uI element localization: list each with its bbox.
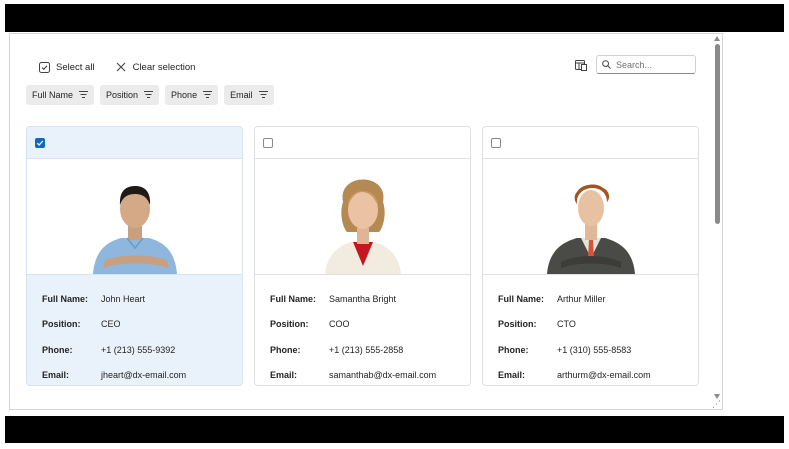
field-row-full-name: Full Name: John Heart xyxy=(27,286,242,312)
field-row-email: Email: arthurm@dx-email.com xyxy=(483,363,698,386)
column-chip-email[interactable]: Email xyxy=(224,85,274,105)
select-all-button[interactable]: Select all xyxy=(34,59,99,75)
close-icon xyxy=(115,61,127,73)
clear-selection-button[interactable]: Clear selection xyxy=(111,59,200,75)
card-header xyxy=(255,127,470,159)
scroll-up-arrow-icon[interactable] xyxy=(714,36,720,41)
column-chip-phone[interactable]: Phone xyxy=(165,85,219,105)
field-row-position: Position: CEO xyxy=(27,312,242,338)
toolbar: Select all Clear selection xyxy=(34,56,199,78)
filter-icon[interactable] xyxy=(203,90,213,100)
field-label: Position: xyxy=(42,319,81,330)
column-chip-label: Email xyxy=(230,90,253,100)
field-label: Position: xyxy=(270,319,309,330)
field-label: Full Name: xyxy=(498,293,545,304)
field-value-position: CEO xyxy=(101,319,121,330)
filter-icon[interactable] xyxy=(144,90,154,100)
field-row-full-name: Full Name: Arthur Miller xyxy=(483,286,698,312)
field-value-phone: +1 (213) 555-2858 xyxy=(329,344,404,355)
field-label: Email: xyxy=(498,370,526,381)
resize-grip-icon[interactable]: ⋰ xyxy=(712,399,721,409)
column-chip-label: Full Name xyxy=(32,90,74,100)
field-label: Phone: xyxy=(42,344,73,355)
field-row-phone: Phone: +1 (213) 555-9392 xyxy=(27,337,242,363)
field-value-phone: +1 (213) 555-9392 xyxy=(101,344,176,355)
field-label: Full Name: xyxy=(270,293,317,304)
card-header xyxy=(483,127,698,159)
toolbar-right xyxy=(574,55,696,74)
card-checkbox[interactable] xyxy=(491,137,501,148)
card-list: Full Name: John Heart Position: CEO Phone:… xyxy=(26,126,699,386)
clear-selection-label: Clear selection xyxy=(132,61,196,73)
field-label: Email: xyxy=(270,370,298,381)
field-value-email: arthurm@dx-email.com xyxy=(557,370,651,381)
letterbox-top xyxy=(5,4,784,32)
scrollbar-thumb[interactable] xyxy=(715,44,720,224)
field-label: Phone: xyxy=(498,344,529,355)
field-value-full-name: Samantha Bright xyxy=(329,293,397,304)
employee-photo xyxy=(255,159,470,275)
field-row-position: Position: CTO xyxy=(483,312,698,338)
employee-card[interactable]: Full Name: Arthur Miller Position: CTO Pho… xyxy=(482,126,699,386)
column-chip-full-name[interactable]: Full Name xyxy=(26,85,95,105)
employee-photo xyxy=(483,159,698,275)
card-fields: Full Name: John Heart Position: CEO Phone:… xyxy=(27,275,242,386)
field-value-position: CTO xyxy=(557,319,576,330)
card-header xyxy=(27,127,242,159)
field-value-full-name: John Heart xyxy=(101,293,146,304)
field-value-email: jheart@dx-email.com xyxy=(101,370,187,381)
filter-icon[interactable] xyxy=(79,90,89,100)
field-row-position: Position: COO xyxy=(255,312,470,338)
field-row-email: Email: samanthab@dx-email.com xyxy=(255,363,470,386)
search-box[interactable] xyxy=(596,55,696,74)
field-label: Phone: xyxy=(270,344,301,355)
column-chooser-icon[interactable] xyxy=(574,58,588,72)
column-chip-label: Position xyxy=(106,90,139,100)
field-row-phone: Phone: +1 (213) 555-2858 xyxy=(255,337,470,363)
field-value-position: COO xyxy=(329,319,350,330)
checkmark-icon xyxy=(36,140,44,146)
search-input[interactable] xyxy=(616,59,686,70)
field-row-email: Email: jheart@dx-email.com xyxy=(27,363,242,386)
select-all-icon xyxy=(38,61,50,73)
field-row-phone: Phone: +1 (310) 555-8583 xyxy=(483,337,698,363)
field-label: Email: xyxy=(42,370,70,381)
employee-card[interactable]: Full Name: Samantha Bright Position: COO P… xyxy=(254,126,471,386)
column-chip-label: Phone xyxy=(171,90,198,100)
sort-header-panel: Full Name Position Phone Email xyxy=(26,85,274,105)
field-row-full-name: Full Name: Samantha Bright xyxy=(255,286,470,312)
field-value-email: samanthab@dx-email.com xyxy=(329,370,437,381)
card-fields: Full Name: Samantha Bright Position: COO P… xyxy=(255,275,470,386)
employee-card[interactable]: Full Name: John Heart Position: CEO Phone:… xyxy=(26,126,243,386)
search-icon xyxy=(602,56,611,74)
select-all-label: Select all xyxy=(56,61,95,73)
employee-photo xyxy=(27,159,242,275)
filter-icon[interactable] xyxy=(258,90,268,100)
card-view-container: Select all Clear selection Full Name Pos… xyxy=(9,33,723,410)
card-fields: Full Name: Arthur Miller Position: CTO Pho… xyxy=(483,275,698,386)
field-value-full-name: Arthur Miller xyxy=(557,293,606,304)
card-checkbox[interactable] xyxy=(263,137,273,148)
field-label: Position: xyxy=(498,319,537,330)
vertical-scrollbar[interactable] xyxy=(710,34,722,409)
card-checkbox[interactable] xyxy=(35,137,45,148)
column-chip-position[interactable]: Position xyxy=(100,85,160,105)
field-label: Full Name: xyxy=(42,293,89,304)
field-value-phone: +1 (310) 555-8583 xyxy=(557,344,632,355)
letterbox-bottom xyxy=(5,416,784,443)
